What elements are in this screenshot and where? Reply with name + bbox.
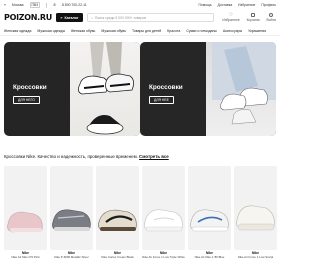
product-image — [96, 166, 139, 250]
phone-number[interactable]: 8 800 700-22-11 — [62, 3, 87, 7]
banner-photo — [206, 42, 276, 136]
catalog-button[interactable]: ≡ Каталог — [55, 13, 83, 22]
product-card[interactable]: Nike Nike Air Max 270 Pink — [4, 166, 47, 278]
header-icon-label: Избранное — [222, 18, 240, 22]
header-cart[interactable]: Корзина — [247, 13, 260, 22]
product-image — [234, 166, 277, 250]
phone-icon: ✆ — [53, 3, 56, 7]
product-image — [142, 166, 185, 250]
category-link[interactable]: Украшения — [248, 29, 266, 33]
category-link[interactable]: Красота — [167, 29, 180, 33]
catalog-button-label: Каталог — [64, 15, 79, 20]
product-image — [4, 166, 47, 250]
category-link[interactable]: Товары для детей — [132, 29, 161, 33]
banner-women-sneakers[interactable]: Кроссовки ДЛЯ НЕЕ — [140, 42, 276, 136]
banner-title: Кроссовки — [149, 84, 183, 91]
promo-line: Кроссовки Nike. Качество и надежность, п… — [4, 154, 169, 159]
category-nav: Женская одежда Мужская одежда Женская об… — [0, 27, 280, 36]
main-header: POIZON.RU ≡ Каталог ⌕ Поиск среди 5 000 … — [0, 10, 280, 25]
banner-photo — [70, 42, 140, 136]
see-all-link[interactable]: Смотреть все — [139, 154, 169, 159]
product-name: Nike Air Force 1 Low Sculpt — [237, 255, 274, 259]
category-link[interactable]: Мужская обувь — [101, 29, 126, 33]
category-link[interactable]: Мужская одежда — [37, 29, 64, 33]
city-selector[interactable]: Москва — [12, 3, 24, 7]
pickup-tag[interactable]: ПВЗ — [29, 2, 41, 8]
user-icon — [269, 13, 274, 17]
search-icon: ⌕ — [90, 15, 93, 20]
search-placeholder: Поиск среди 5 000 000+ товаров — [94, 15, 147, 20]
category-link[interactable]: Аксессуары — [223, 29, 242, 33]
search-input[interactable]: ⌕ Поиск среди 5 000 000+ товаров — [86, 13, 215, 22]
header-icon-label: Войти — [266, 18, 277, 22]
product-image — [50, 166, 93, 250]
category-link[interactable]: Сумки и чемоданы — [186, 29, 217, 33]
product-card[interactable]: Nike Nike Air Force 1 Low Triple White — [142, 166, 185, 278]
category-link[interactable]: Женская обувь — [71, 29, 96, 33]
banner-button-for-her[interactable]: ДЛЯ НЕЕ — [149, 96, 174, 104]
heart-icon: ♡ — [228, 12, 233, 17]
location-pin-icon: ⌖ — [4, 3, 6, 7]
banner-title: Кроссовки — [13, 84, 47, 91]
category-link[interactable]: Женская одежда — [4, 29, 31, 33]
product-image — [188, 166, 231, 250]
product-carousel: Nike Nike Air Max 270 Pink Nike Nike P-6… — [4, 166, 277, 278]
header-icon-label: Корзина — [246, 18, 260, 22]
product-name: Nike Cortez Cream Black — [101, 255, 134, 259]
banner-button-for-him[interactable]: ДЛЯ НЕГО — [13, 96, 40, 104]
promo-text: Кроссовки Nike. Качество и надежность, п… — [4, 154, 138, 159]
topbar-link-help[interactable]: Помощь — [199, 3, 212, 7]
topbar-link-delivery[interactable]: Доставка — [218, 3, 233, 7]
cart-icon — [251, 13, 256, 17]
top-utility-bar: ⌖ Москва ПВЗ ✆ 8 800 700-22-11 Помощь До… — [0, 0, 280, 10]
site-logo[interactable]: POIZON.RU — [4, 13, 52, 22]
topbar-link-profile[interactable]: Профиль — [261, 3, 276, 7]
product-name: Nike Air Max 1 '86 Blue — [194, 255, 225, 259]
menu-icon: ≡ — [60, 15, 63, 20]
product-card[interactable]: Nike Nike Cortez Cream Black — [96, 166, 139, 278]
banner-men-sneakers[interactable]: Кроссовки ДЛЯ НЕГО — [4, 42, 140, 136]
product-name: Nike Air Force 1 Low Triple White — [142, 255, 185, 259]
divider — [46, 2, 48, 8]
product-card[interactable]: Nike Nike P-6000 Metallic Silver — [50, 166, 93, 278]
topbar-link-favorites[interactable]: Избранное — [238, 3, 255, 7]
header-login[interactable]: Войти — [266, 13, 277, 22]
product-name: Nike P-6000 Metallic Silver — [54, 255, 89, 259]
product-name: Nike Air Max 270 Pink — [11, 255, 40, 259]
product-card[interactable]: Nike Nike Air Max 1 '86 Blue — [188, 166, 231, 278]
product-card[interactable]: Nike Nike Air Force 1 Low Sculpt — [234, 166, 277, 278]
header-favorites[interactable]: ♡ Избранное — [222, 12, 240, 22]
